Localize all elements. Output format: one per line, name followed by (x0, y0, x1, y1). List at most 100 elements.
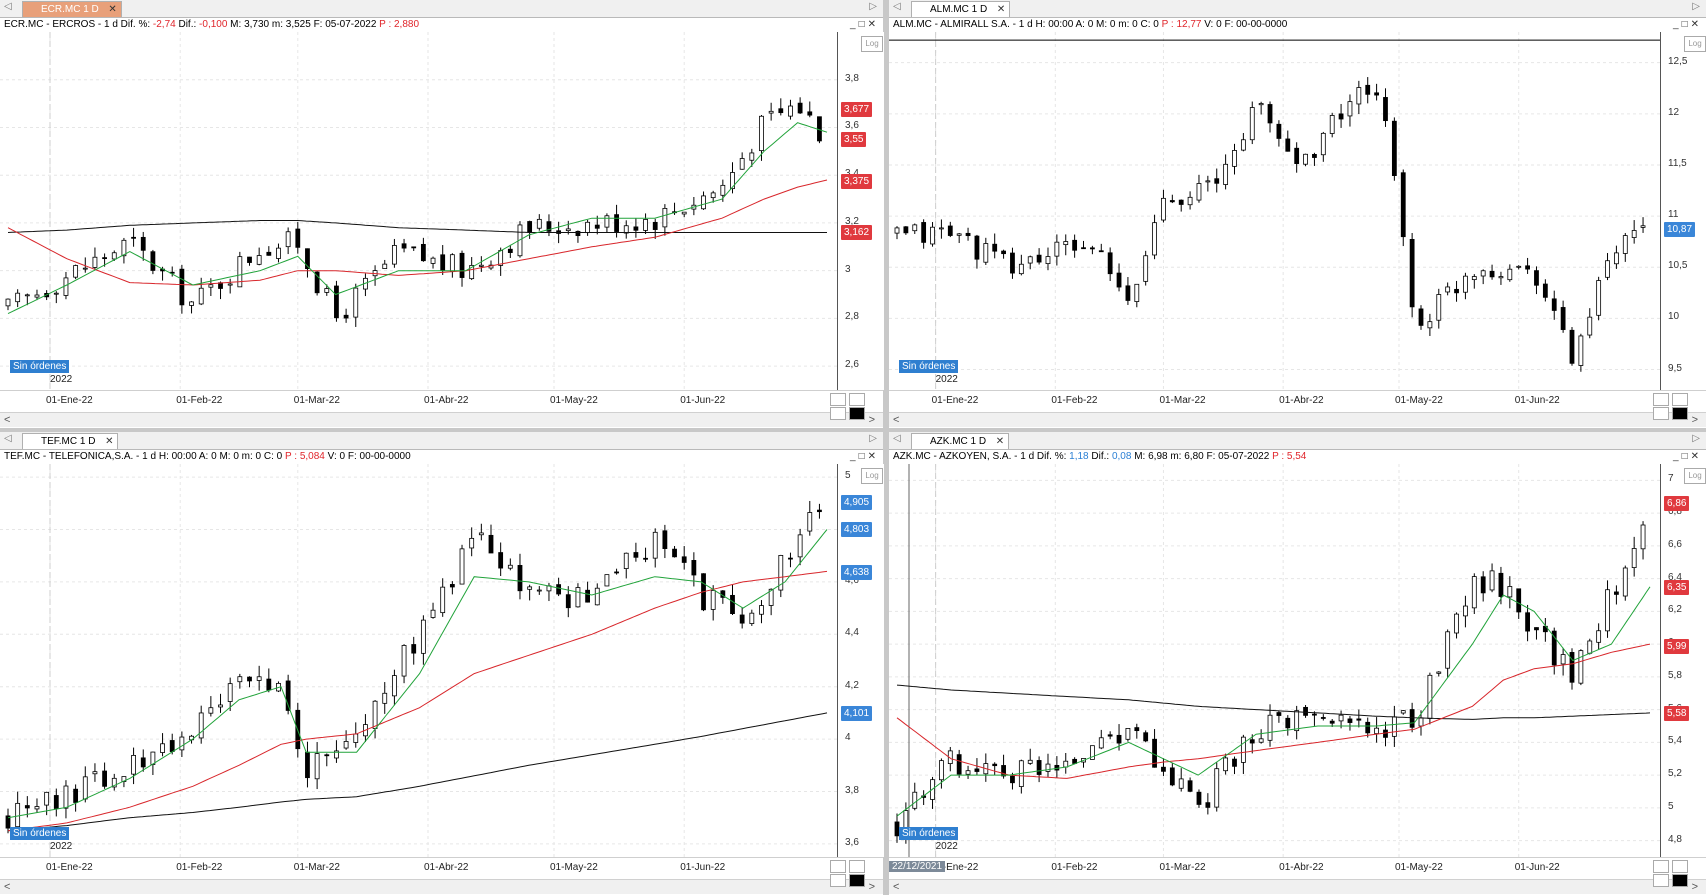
last-price-label: P : 2,880 (379, 19, 420, 30)
price-axis[interactable] (1660, 464, 1706, 857)
time-axis[interactable]: 01-Ene-22 01-Feb-22 01-Mar-22 01-Abr-22 01-M… (889, 857, 1706, 880)
scroll-right-icon[interactable]: > (869, 880, 875, 894)
maximize-icon[interactable]: □ (1682, 19, 1691, 30)
tab-scroll-right-icon[interactable]: ▷ (1692, 1, 1700, 12)
tab-scroll-left-icon[interactable]: ◁ (4, 1, 12, 12)
price-chart-svg[interactable] (0, 464, 837, 857)
tab-scroll-right-icon[interactable]: ▷ (869, 433, 877, 444)
candle-body (604, 574, 610, 587)
price-chart-svg[interactable] (0, 32, 837, 390)
candle-body (160, 743, 165, 753)
color-swatch-icon[interactable] (1672, 407, 1688, 421)
maximize-icon[interactable]: □ (859, 19, 868, 30)
plot-area[interactable] (0, 464, 837, 857)
pin-icon[interactable] (1653, 407, 1669, 421)
tab-scroll-left-icon[interactable]: ◁ (893, 433, 901, 444)
minimize-icon[interactable]: _ (1673, 451, 1682, 462)
candle-body (24, 294, 30, 297)
tab-scroll-right-icon[interactable]: ▷ (1692, 433, 1700, 444)
minimize-icon[interactable]: _ (850, 19, 859, 30)
maximize-icon[interactable]: □ (859, 451, 868, 462)
plot-area[interactable] (889, 464, 1660, 857)
scroll-right-icon[interactable]: > (869, 413, 875, 427)
tab-scroll-right-icon[interactable]: ▷ (869, 1, 877, 12)
close-icon[interactable]: ✕ (868, 451, 879, 462)
save-icon[interactable] (849, 860, 865, 873)
time-axis[interactable]: 01-Ene-22 01-Feb-22 01-Mar-22 01-Abr-22 01-M… (889, 390, 1706, 413)
log-scale-button[interactable]: Log (1684, 468, 1706, 484)
draw-tool-icon[interactable] (830, 393, 846, 406)
time-axis[interactable]: 01-Ene-22 01-Feb-22 01-Mar-22 01-Abr-22 01-M… (0, 390, 883, 413)
chart-tab[interactable]: ECR.MC 1 D ✕ (22, 1, 122, 17)
tab-scroll-left-icon[interactable]: ◁ (4, 433, 12, 444)
candle-body (575, 230, 581, 237)
horizontal-scrollbar[interactable]: < > (889, 879, 1706, 894)
price-chart-svg[interactable] (889, 464, 1660, 857)
candle-body (1178, 199, 1184, 205)
save-icon[interactable] (849, 393, 865, 406)
log-scale-button[interactable]: Log (861, 36, 883, 52)
scroll-left-icon[interactable]: < (4, 880, 10, 894)
time-axis[interactable]: 01-Ene-22 01-Feb-22 01-Mar-22 01-Abr-22 01-M… (0, 857, 883, 880)
horizontal-scrollbar[interactable]: < > (889, 412, 1706, 427)
plot-area[interactable] (889, 32, 1660, 390)
close-icon[interactable]: ✕ (1691, 451, 1702, 462)
close-icon[interactable]: ✕ (868, 19, 879, 30)
orders-status-badge[interactable]: Sin órdenes (10, 827, 70, 840)
draw-tool-icon[interactable] (1653, 860, 1669, 873)
orders-status-badge[interactable]: Sin órdenes (10, 360, 70, 373)
close-icon[interactable]: ✕ (1691, 19, 1702, 30)
candle-body (266, 678, 272, 691)
candle-body (140, 236, 146, 251)
plot-area[interactable] (0, 32, 837, 390)
close-tab-icon[interactable]: ✕ (997, 2, 1005, 17)
scroll-left-icon[interactable]: < (893, 880, 899, 894)
color-swatch-icon[interactable] (1672, 874, 1688, 888)
orders-status-badge[interactable]: Sin órdenes (899, 360, 959, 373)
x-tick-label: 01-May-22 (1395, 862, 1443, 873)
candle-body (1374, 727, 1380, 734)
horizontal-scrollbar[interactable]: < > (0, 412, 883, 427)
pin-icon[interactable] (830, 407, 846, 421)
horizontal-scrollbar[interactable]: < > (0, 879, 883, 894)
maximize-icon[interactable]: □ (1682, 451, 1691, 462)
save-icon[interactable] (1672, 393, 1688, 406)
candle-body (797, 534, 803, 558)
scroll-right-icon[interactable]: > (1692, 880, 1698, 894)
minimize-icon[interactable]: _ (850, 451, 859, 462)
y-tick-label: 5 (845, 470, 851, 482)
long-moving-average-line (7, 220, 827, 233)
draw-tool-icon[interactable] (1653, 393, 1669, 406)
color-swatch-icon[interactable] (849, 407, 865, 421)
candle-body (1001, 250, 1006, 255)
scroll-right-icon[interactable]: > (1692, 413, 1698, 427)
candle-body (478, 532, 484, 536)
price-chart-svg[interactable] (889, 32, 1660, 390)
y-tick-label: 4,8 (1668, 833, 1682, 845)
scroll-left-icon[interactable]: < (893, 413, 899, 427)
tab-scroll-left-icon[interactable]: ◁ (893, 1, 901, 12)
chart-tab[interactable]: TEF.MC 1 D ✕ (22, 433, 119, 449)
price-axis[interactable] (1660, 32, 1706, 390)
candle-body (1525, 265, 1530, 270)
close-tab-icon[interactable]: ✕ (108, 2, 116, 17)
candle-body (498, 552, 504, 569)
log-scale-button[interactable]: Log (1684, 36, 1706, 52)
log-scale-button[interactable]: Log (861, 468, 883, 484)
price-axis[interactable] (837, 32, 884, 390)
save-icon[interactable] (1672, 860, 1688, 873)
close-tab-icon[interactable]: ✕ (996, 434, 1004, 449)
orders-status-badge[interactable]: Sin órdenes (899, 827, 959, 840)
draw-tool-icon[interactable] (830, 860, 846, 873)
candle-body (1498, 276, 1504, 279)
chart-tab[interactable]: AZK.MC 1 D ✕ (911, 433, 1010, 449)
y-tick-label: 3,6 (845, 836, 859, 848)
scroll-left-icon[interactable]: < (4, 413, 10, 427)
minimize-icon[interactable]: _ (1673, 19, 1682, 30)
color-swatch-icon[interactable] (849, 874, 865, 888)
chart-tab[interactable]: ALM.MC 1 D ✕ (911, 1, 1011, 17)
pin-icon[interactable] (1653, 874, 1669, 888)
close-tab-icon[interactable]: ✕ (105, 434, 113, 449)
pin-icon[interactable] (830, 874, 846, 888)
candle-body (102, 257, 107, 260)
